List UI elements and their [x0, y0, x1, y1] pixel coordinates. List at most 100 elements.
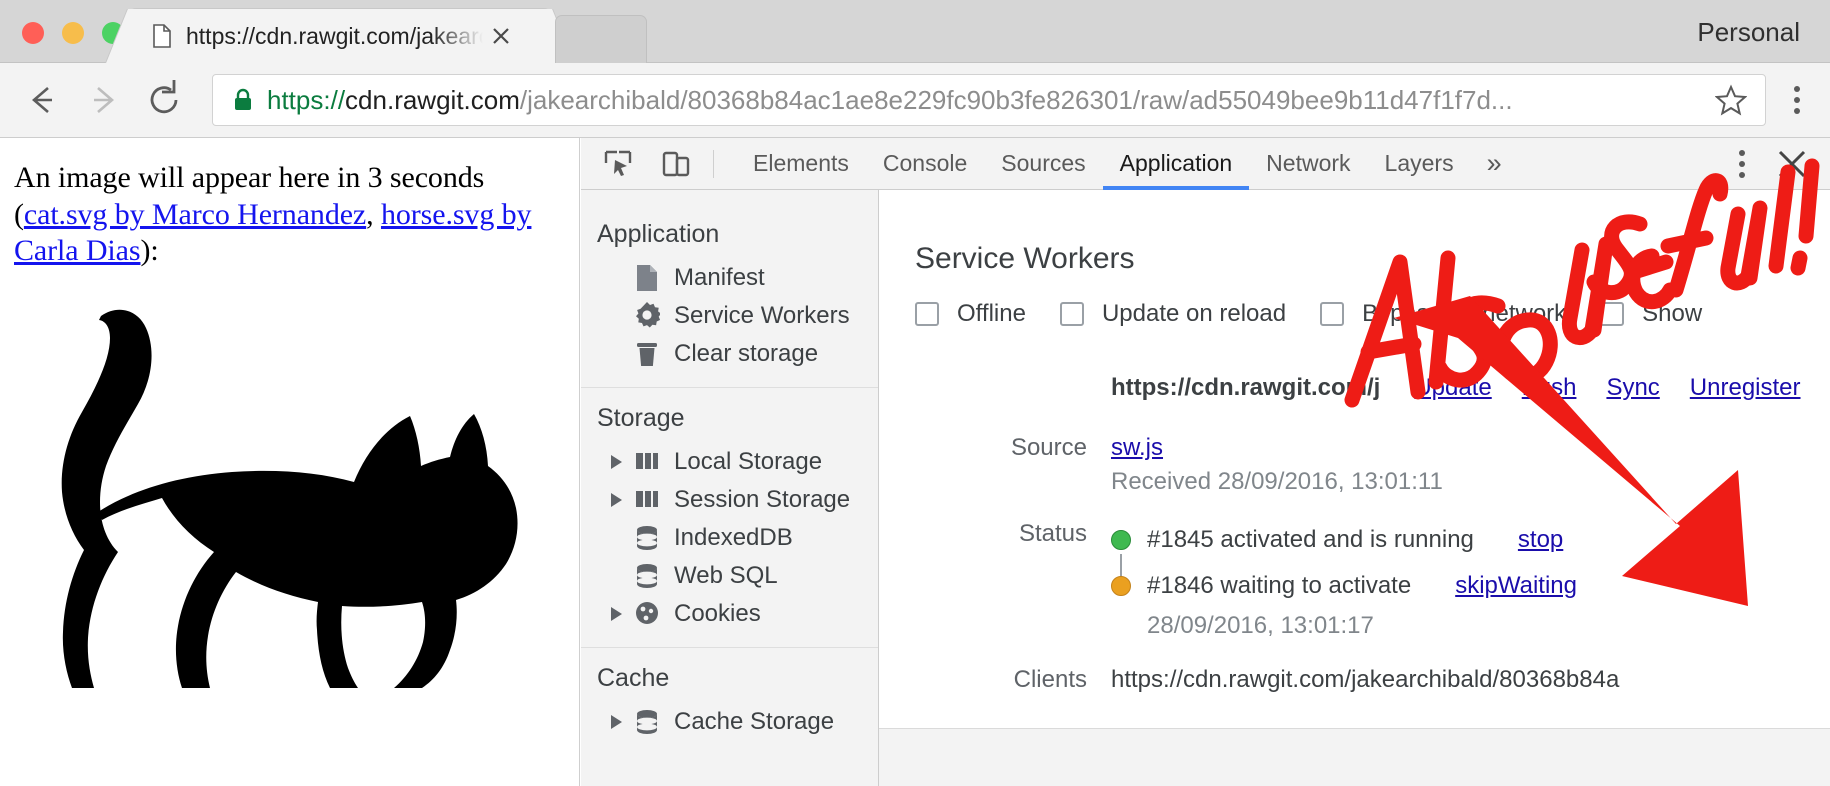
status-label: Status [915, 520, 1111, 548]
sidebar-item-label: Cache Storage [674, 708, 834, 736]
chevron-right-icon[interactable] [611, 715, 622, 729]
update-on-reload-checkbox[interactable] [1060, 302, 1084, 326]
browser-tab[interactable]: https://cdn.rawgit.com/jakearc [130, 9, 550, 63]
star-icon[interactable] [1715, 84, 1747, 116]
sidebar-item-label: Clear storage [674, 340, 818, 368]
sidebar-item-label: Session Storage [674, 486, 850, 514]
trash-icon [634, 340, 660, 368]
back-arrow-icon[interactable] [14, 74, 66, 126]
url-host: cdn.rawgit.com [345, 85, 520, 115]
sidebar-item-local-storage[interactable]: Local Storage [581, 443, 878, 481]
url-path: /jakearchibald/80368b84ac1ae8e229fc90b3f… [520, 85, 1513, 115]
devtools-close-icon[interactable] [1768, 140, 1816, 188]
devtools-toolbar: Elements Console Sources Application Net… [581, 138, 1830, 190]
browser-toolbar: https://cdn.rawgit.com/jakearchibald/803… [0, 63, 1830, 138]
window-traffic-lights [22, 22, 124, 44]
push-link[interactable]: Push [1522, 374, 1577, 402]
url-scheme: https:// [267, 85, 345, 115]
status-waiting-line: #1846 waiting to activate skipWaiting [1111, 566, 1577, 606]
service-worker-options: Offline Update on reload Bypass for netw… [879, 276, 1830, 328]
background-tab[interactable] [556, 16, 646, 63]
tab-title: https://cdn.rawgit.com/jakearc [186, 23, 486, 50]
bypass-for-network-checkbox[interactable] [1320, 302, 1344, 326]
show-all-checkbox[interactable] [1600, 302, 1624, 326]
service-worker-registration: https://cdn.rawgit.com/j Update Push Syn… [879, 374, 1830, 694]
cat-svg-link[interactable]: cat.svg by Marco Hernandez [24, 198, 366, 231]
tab-application[interactable]: Application [1103, 138, 1250, 190]
gear-icon [634, 302, 660, 330]
more-tabs-icon[interactable]: » [1471, 148, 1518, 179]
status-badge [1111, 576, 1131, 596]
sidebar-item-session-storage[interactable]: Session Storage [581, 481, 878, 519]
sidebar-item-web-sql[interactable]: Web SQL [581, 557, 878, 595]
close-window-button[interactable] [22, 22, 44, 44]
tab-network[interactable]: Network [1249, 138, 1367, 190]
url-text: https://cdn.rawgit.com/jakearchibald/803… [267, 85, 1715, 116]
sidebar-item-cache-storage[interactable]: Cache Storage [581, 703, 878, 741]
chevron-right-icon[interactable] [611, 493, 622, 507]
table-icon [634, 448, 660, 476]
sw-js-link[interactable]: sw.js [1111, 434, 1163, 461]
sidebar-item-service-workers[interactable]: Service Workers [581, 297, 878, 335]
offline-checkbox[interactable] [915, 302, 939, 326]
sidebar-item-cookies[interactable]: Cookies [581, 595, 878, 633]
manifest-file-icon [634, 264, 660, 292]
sidebar-item-clear-storage[interactable]: Clear storage [581, 335, 878, 373]
sidebar-divider [581, 647, 878, 648]
sidebar-item-label: IndexedDB [674, 524, 793, 552]
page-icon [152, 24, 172, 48]
skip-waiting-link[interactable]: skipWaiting [1455, 572, 1577, 600]
browser-window: https://cdn.rawgit.com/jakearc Personal [0, 0, 1830, 786]
devtools-kebab-menu-icon[interactable] [1724, 150, 1760, 178]
tab-strip: https://cdn.rawgit.com/jakearc Personal [0, 0, 1830, 63]
kebab-menu-icon[interactable] [1780, 80, 1814, 120]
unregister-link[interactable]: Unregister [1690, 374, 1801, 402]
reload-icon[interactable] [138, 74, 190, 126]
update-link[interactable]: Update [1414, 374, 1491, 402]
toolbar-divider [713, 150, 714, 178]
registration-actions: Update Push Sync Unregister [1414, 374, 1800, 402]
status-values: #1845 activated and is running stop #184… [1111, 520, 1577, 640]
sidebar-section-application: Application [581, 212, 878, 259]
status-active-text: #1845 activated and is running [1147, 526, 1474, 554]
sidebar-item-manifest[interactable]: Manifest [581, 259, 878, 297]
status-waiting-text: #1846 waiting to activate [1147, 572, 1411, 600]
device-toolbar-icon[interactable] [661, 149, 691, 179]
database-icon [634, 708, 660, 736]
inspect-element-icon[interactable] [603, 149, 633, 179]
profile-label[interactable]: Personal [1697, 17, 1800, 48]
sidebar-item-indexeddb[interactable]: IndexedDB [581, 519, 878, 557]
panel-title: Service Workers [879, 190, 1830, 276]
sidebar-item-label: Local Storage [674, 448, 822, 476]
sidebar-item-label: Web SQL [674, 562, 778, 590]
page-viewport: An image will appear here in 3 seconds (… [0, 138, 580, 786]
tab-elements[interactable]: Elements [736, 138, 866, 190]
clients-value: https://cdn.rawgit.com/jakearchibald/803… [1111, 666, 1619, 694]
panel-footer [879, 728, 1830, 786]
database-icon [634, 524, 660, 552]
source-value: sw.js Received 28/09/2016, 13:01:11 [1111, 434, 1443, 496]
chevron-right-icon[interactable] [611, 455, 622, 469]
update-on-reload-label: Update on reload [1102, 300, 1286, 328]
tab-console[interactable]: Console [866, 138, 984, 190]
chevron-right-icon[interactable] [611, 607, 622, 621]
address-bar[interactable]: https://cdn.rawgit.com/jakearchibald/803… [212, 74, 1766, 126]
clients-row: Clients https://cdn.rawgit.com/jakearchi… [879, 666, 1830, 694]
close-icon[interactable] [488, 23, 514, 49]
tab-sources[interactable]: Sources [984, 138, 1102, 190]
lock-icon [233, 88, 253, 112]
devtools-panel: Elements Console Sources Application Net… [581, 138, 1830, 786]
registration-header-row: https://cdn.rawgit.com/j Update Push Syn… [879, 374, 1830, 402]
cat-silhouette [0, 276, 579, 701]
tab-layers[interactable]: Layers [1368, 138, 1471, 190]
devtools-body: Application Manifest [581, 190, 1830, 786]
page-text-comma: , [366, 198, 381, 231]
minimize-window-button[interactable] [62, 22, 84, 44]
sidebar-item-label: Cookies [674, 600, 761, 628]
stop-link[interactable]: stop [1518, 526, 1563, 554]
page-text-suffix: ): [140, 234, 158, 267]
sidebar-item-label: Service Workers [674, 302, 850, 330]
sync-link[interactable]: Sync [1606, 374, 1659, 402]
sidebar-divider [581, 387, 878, 388]
devtools-sidebar: Application Manifest [581, 190, 879, 786]
